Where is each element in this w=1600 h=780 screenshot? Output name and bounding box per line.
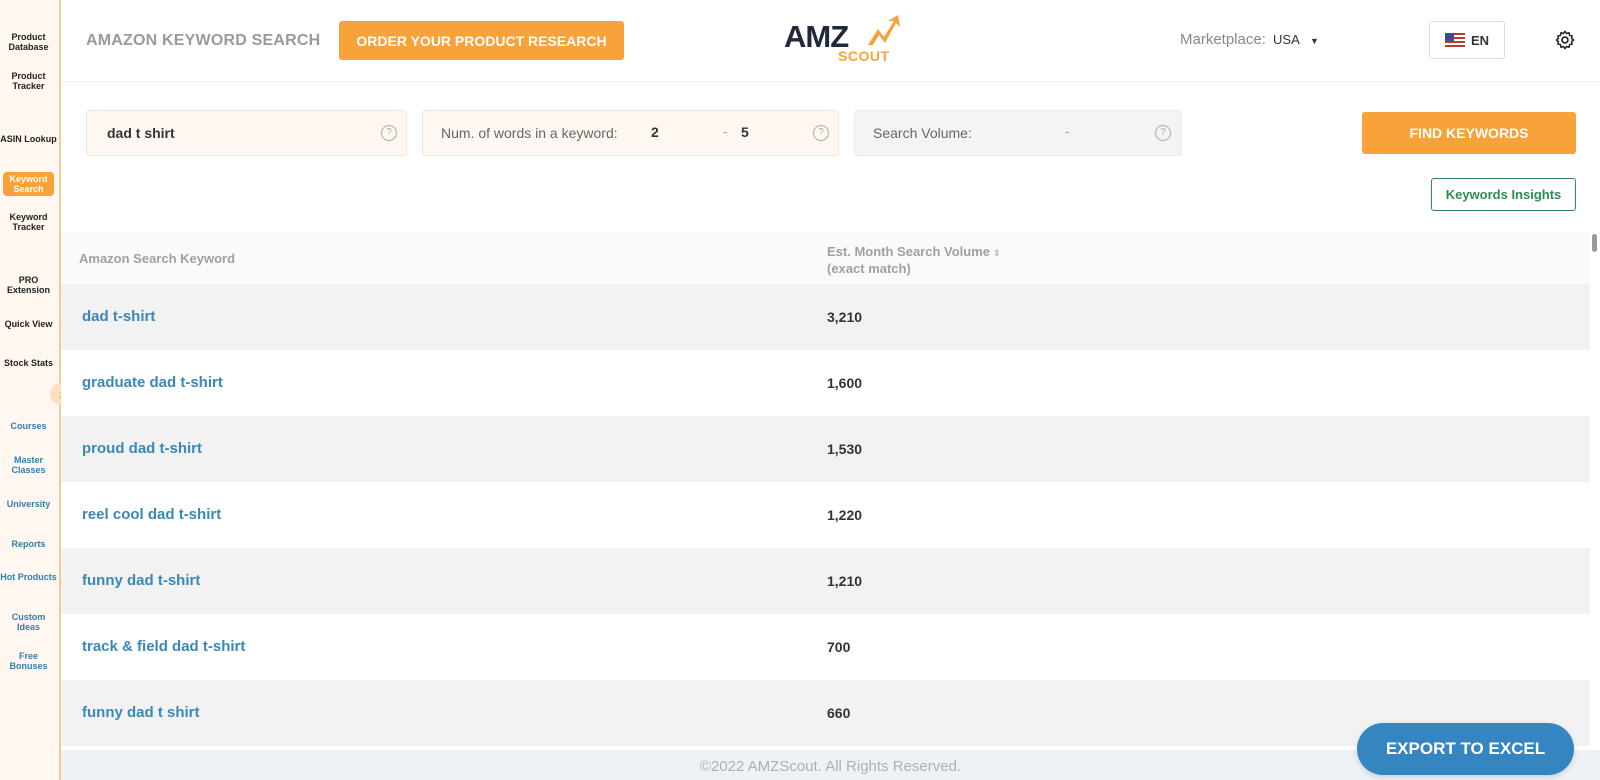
table-row: funny dad t-shirt 1,210: [61, 548, 1590, 614]
copyright-text: ©2022 AMZScout. All Rights Reserved.: [699, 758, 962, 775]
language-selector[interactable]: EN: [1429, 21, 1505, 59]
find-keywords-button[interactable]: FIND KEYWORDS: [1362, 112, 1576, 154]
sidebar-item-product-database[interactable]: Product Database: [0, 32, 57, 52]
search-volume-range-input[interactable]: -: [1065, 124, 1069, 139]
keyword-link[interactable]: graduate dad t-shirt: [82, 374, 223, 391]
sidebar-item-master-classes[interactable]: Master Classes: [0, 455, 57, 475]
sidebar-item-custom-ideas[interactable]: Custom Ideas: [0, 612, 57, 632]
search-volume-value: 700: [827, 639, 851, 655]
search-volume-value: 1,600: [827, 375, 863, 391]
export-to-excel-button[interactable]: EXPORT TO EXCEL: [1357, 723, 1574, 775]
keyword-link[interactable]: proud dad t-shirt: [82, 440, 202, 457]
caret-down-icon: ▼: [1309, 36, 1319, 46]
us-flag-icon: [1444, 33, 1465, 47]
keyword-link[interactable]: funny dad t shirt: [82, 704, 200, 721]
sidebar-item-keyword-tracker[interactable]: Keyword Tracker: [0, 212, 57, 232]
search-volume-filter: Search Volume: - ?: [854, 110, 1182, 156]
sidebar: Product Database Product Tracker ASIN Lo…: [0, 0, 72, 780]
keyword-search-field: ?: [86, 110, 407, 156]
top-header: AMAZON KEYWORD SEARCH ORDER YOUR PRODUCT…: [61, 0, 1600, 82]
column-header-volume[interactable]: Est. Month Search Volume ⇕ (exact match): [827, 244, 1001, 277]
keyword-link[interactable]: dad t-shirt: [82, 308, 155, 325]
logo-scout-text: SCOUT: [838, 48, 890, 64]
marketplace-label: Marketplace:: [1180, 31, 1266, 48]
gear-icon[interactable]: [1554, 29, 1576, 51]
language-label: EN: [1470, 32, 1490, 48]
keyword-link[interactable]: reel cool dad t-shirt: [82, 506, 221, 523]
page-title: AMAZON KEYWORD SEARCH: [86, 32, 321, 49]
help-icon[interactable]: ?: [813, 125, 829, 141]
search-volume-label: Search Volume:: [873, 125, 972, 141]
keywords-insights-button[interactable]: Keywords Insights: [1431, 178, 1576, 211]
table-row: reel cool dad t-shirt 1,220: [61, 482, 1590, 548]
words-count-label: Num. of words in a keyword:: [441, 125, 618, 141]
column-header-keyword: Amazon Search Keyword: [79, 251, 236, 266]
sidebar-item-hot-products[interactable]: Hot Products: [0, 572, 57, 582]
amzscout-logo[interactable]: AMZ SCOUT: [784, 15, 914, 67]
marketplace-selector[interactable]: Marketplace: USA ▼: [1180, 31, 1319, 48]
help-icon[interactable]: ?: [381, 125, 397, 141]
marketplace-value: USA: [1273, 32, 1300, 47]
column-header-volume-line1: Est. Month Search Volume: [827, 244, 991, 259]
sidebar-item-quick-view[interactable]: Quick View: [0, 319, 57, 329]
sidebar-item-reports[interactable]: Reports: [0, 539, 57, 549]
sidebar-item-keyword-search[interactable]: Keyword Search: [3, 172, 54, 196]
keyword-link[interactable]: funny dad t-shirt: [82, 572, 200, 589]
search-volume-value: 660: [827, 705, 851, 721]
order-product-research-button[interactable]: ORDER YOUR PRODUCT RESEARCH: [339, 21, 624, 60]
words-max-input[interactable]: 5: [741, 124, 749, 140]
scrollbar-thumb[interactable]: [1592, 234, 1597, 252]
table-row: proud dad t-shirt 1,530: [61, 416, 1590, 482]
sidebar-item-stock-stats[interactable]: Stock Stats: [0, 358, 57, 368]
words-min-input[interactable]: 2: [651, 124, 659, 140]
column-header-volume-line2: (exact match): [827, 261, 911, 276]
logo-arrow-icon: [868, 15, 900, 45]
sidebar-item-courses[interactable]: Courses: [0, 421, 57, 431]
sidebar-item-pro-extension[interactable]: PRO Extension: [0, 275, 57, 295]
search-volume-value: 1,220: [827, 507, 863, 523]
words-count-filter: Num. of words in a keyword: 2 - 5 ?: [422, 110, 839, 156]
table-row: graduate dad t-shirt 1,600: [61, 350, 1590, 416]
range-dash: -: [723, 124, 728, 139]
search-volume-value: 3,210: [827, 309, 863, 325]
keyword-input[interactable]: [105, 123, 355, 143]
sidebar-item-product-tracker[interactable]: Product Tracker: [0, 71, 57, 91]
search-volume-value: 1,530: [827, 441, 863, 457]
sidebar-item-free-bonuses[interactable]: Free Bonuses: [0, 651, 57, 671]
keyword-link[interactable]: track & field dad t-shirt: [82, 638, 245, 655]
sidebar-item-university[interactable]: University: [0, 499, 57, 509]
search-volume-value: 1,210: [827, 573, 863, 589]
table-header: Amazon Search Keyword Est. Month Search …: [61, 232, 1590, 284]
table-row: dad t-shirt 3,210: [61, 284, 1590, 350]
sort-icon[interactable]: ⇕: [993, 248, 1001, 258]
help-icon[interactable]: ?: [1155, 125, 1171, 141]
table-row: track & field dad t-shirt 700: [61, 614, 1590, 680]
sidebar-item-asin-lookup[interactable]: ASIN Lookup: [0, 134, 57, 144]
